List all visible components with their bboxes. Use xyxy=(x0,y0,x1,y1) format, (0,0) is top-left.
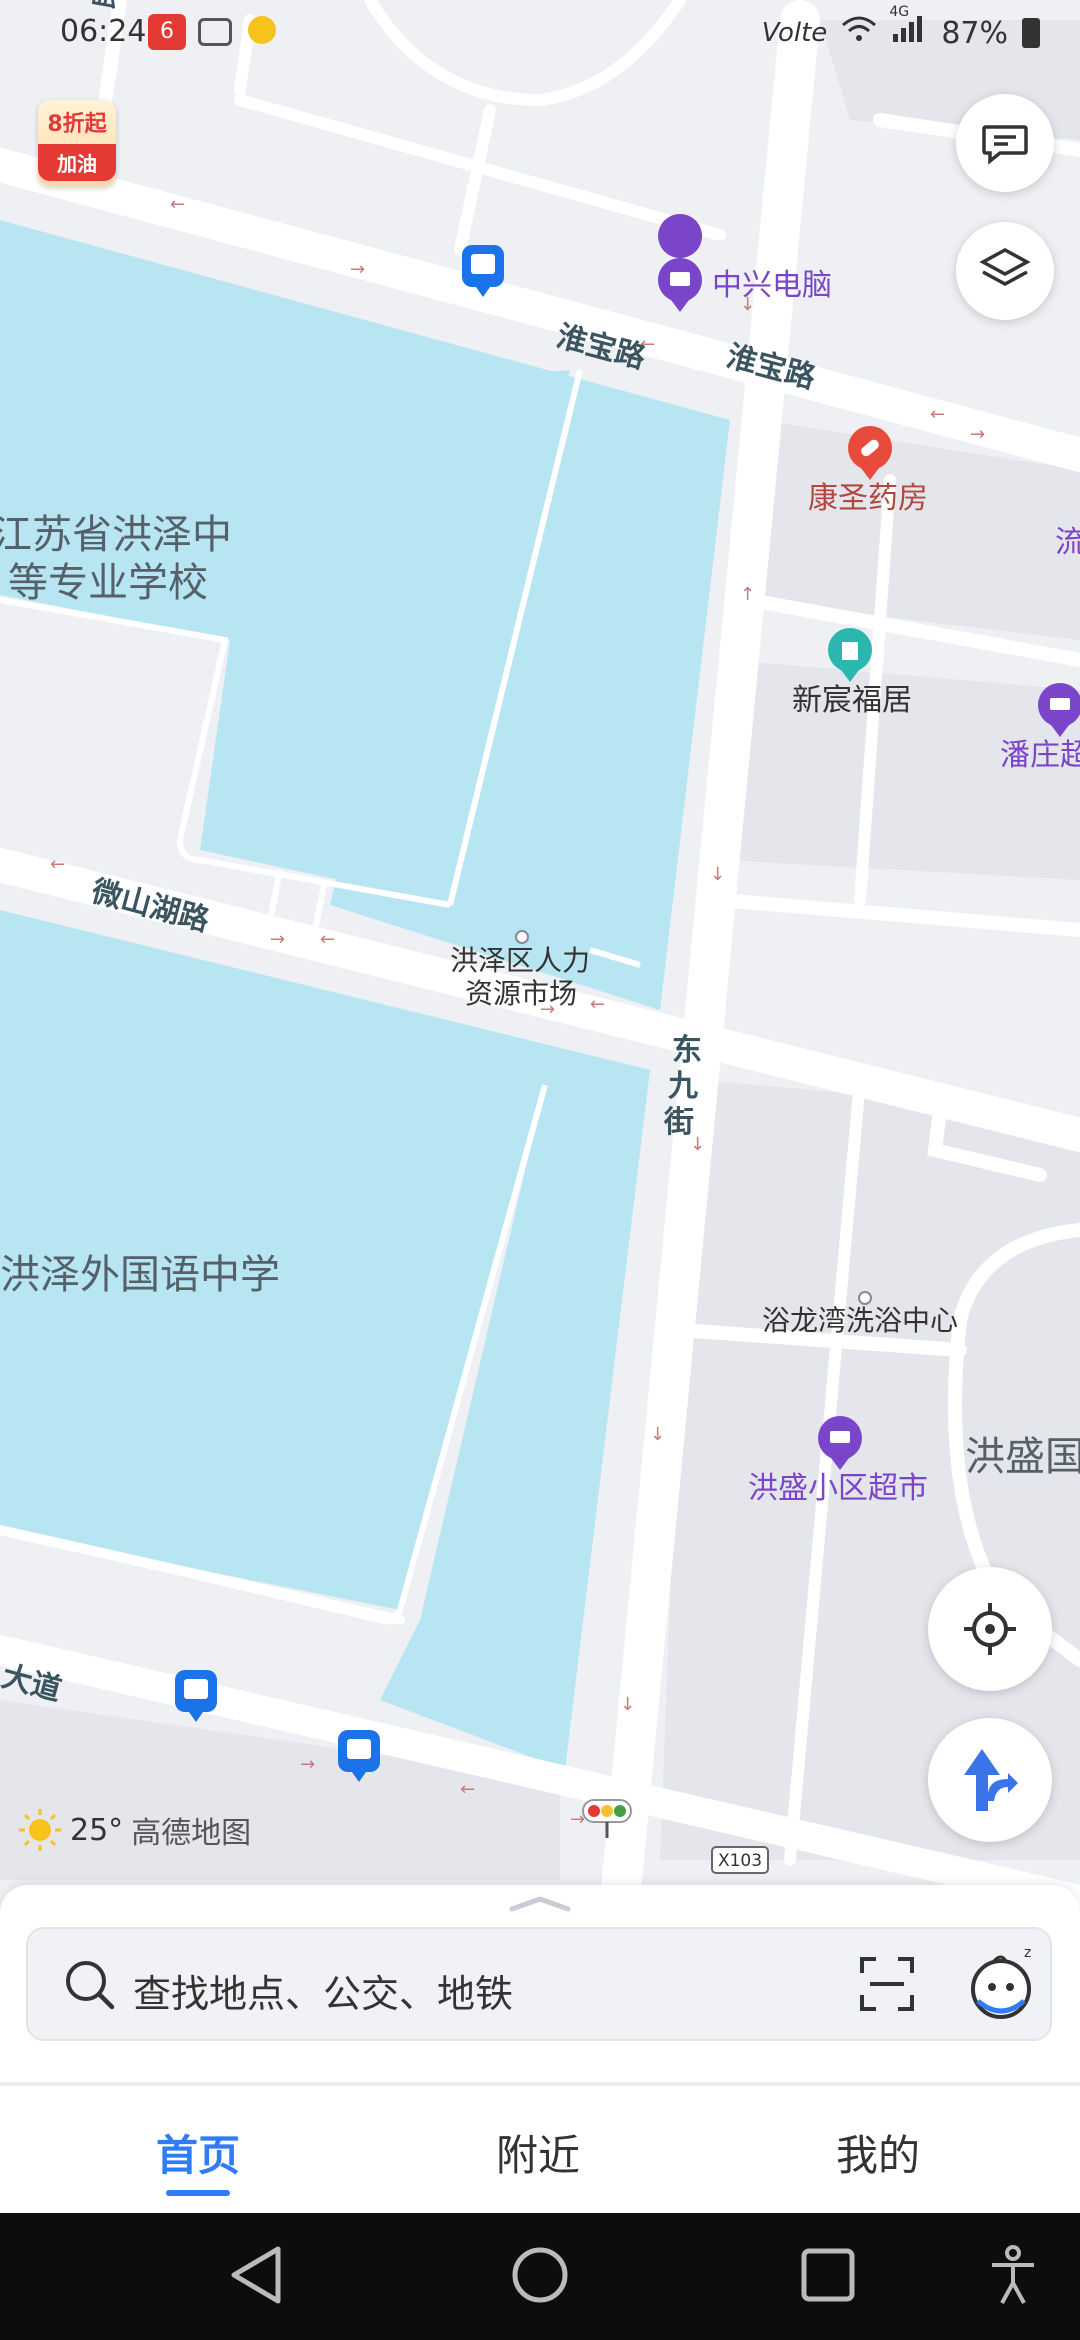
battery-icon xyxy=(1022,18,1040,48)
svg-text:←: ← xyxy=(170,194,185,215)
svg-text:↓: ↓ xyxy=(620,1694,635,1715)
tab-bar: 首页 附近 我的 xyxy=(0,2085,1080,2214)
poi-kangsheng-label: 康圣药房 xyxy=(808,481,928,516)
notification-icon: 6 xyxy=(148,14,186,50)
status-bar: 06:24 6 Volte 4G 87% xyxy=(0,0,1080,66)
tab-home-indicator xyxy=(166,2190,230,2196)
svg-text:↓: ↓ xyxy=(710,864,725,885)
svg-text:←: ← xyxy=(930,404,945,425)
label-hr-line1: 洪泽区人力 xyxy=(450,944,590,977)
label-school2: 洪泽外国语中学 xyxy=(0,1252,280,1298)
svg-text:→: → xyxy=(300,1754,315,1775)
svg-text:↑: ↑ xyxy=(740,584,755,605)
road-shield-x103: X103 xyxy=(711,1846,769,1874)
poi-hongsheng-market-label: 洪盛小区超市 xyxy=(748,1471,928,1506)
battery-level: 87% xyxy=(941,15,1008,51)
poi-panzhuang-label: 潘庄超 xyxy=(1000,738,1080,773)
label-school1-line2: 等专业学校 xyxy=(8,560,208,606)
weather-widget[interactable]: 25° 高德地图 xyxy=(18,1808,251,1852)
svg-text:→: → xyxy=(970,424,985,445)
dongjiu-char: 九 xyxy=(668,1069,698,1104)
label-school1-line1: 江苏省洪泽中 xyxy=(0,512,232,558)
locate-button[interactable] xyxy=(928,1567,1052,1691)
network-label: 4G xyxy=(889,4,910,20)
accessibility-icon[interactable] xyxy=(988,2243,1038,2307)
wifi-icon xyxy=(841,15,877,51)
tab-nearby[interactable]: 附近 xyxy=(496,2122,580,2183)
label-hr-line2: 资源市场 xyxy=(465,977,577,1010)
weather-temp: 25° xyxy=(70,1812,124,1848)
system-nav-bar xyxy=(0,2213,1080,2340)
label-yulongwan: 浴龙湾洗浴中心 xyxy=(762,1304,958,1337)
poi-liu-label: 流 xyxy=(1055,525,1080,560)
navigate-button[interactable] xyxy=(928,1718,1052,1842)
yulongwan-dot xyxy=(858,1291,872,1305)
svg-text:←: ← xyxy=(460,1779,475,1800)
poi-xinchen-label: 新宸福居 xyxy=(792,683,912,718)
search-icon xyxy=(66,1961,115,2010)
assistant-avatar-icon[interactable]: z xyxy=(966,1943,1040,2023)
svg-text:←: ← xyxy=(590,994,605,1015)
search-placeholder: 查找地点、公交、地铁 xyxy=(133,1972,514,2016)
status-time: 06:24 xyxy=(60,14,147,49)
camera-icon xyxy=(198,18,232,46)
recents-icon[interactable] xyxy=(798,2243,858,2307)
sun-icon xyxy=(248,16,276,44)
promo-top: 8折起 xyxy=(47,112,107,137)
poi-zhongxing-label: 中兴电脑 xyxy=(712,268,832,303)
tab-home[interactable]: 首页 xyxy=(156,2122,240,2183)
hr-dot xyxy=(515,930,529,944)
back-icon[interactable] xyxy=(228,2243,288,2307)
message-button[interactable] xyxy=(956,94,1054,192)
scan-icon[interactable] xyxy=(858,1955,916,2013)
brand-label: 高德地图 xyxy=(131,1816,252,1851)
layers-button[interactable] xyxy=(956,222,1054,320)
dongjiu-char: 街 xyxy=(663,1105,694,1140)
svg-text:z: z xyxy=(1024,1945,1031,1961)
notification-badge: 6 xyxy=(160,19,174,44)
layers-icon xyxy=(979,248,1031,286)
volte-icon: Volte xyxy=(761,18,828,48)
navigate-arrow-icon xyxy=(964,1749,1018,1811)
search-bar[interactable]: 查找地点、公交、地铁 z xyxy=(26,1927,1052,2041)
fuel-promo-badge[interactable]: 8折起 加油 xyxy=(38,100,116,186)
svg-text:←: ← xyxy=(50,854,65,875)
bottom-sheet[interactable]: 查找地点、公交、地铁 z xyxy=(0,1885,1080,2082)
svg-text:→: → xyxy=(270,929,285,950)
locate-icon xyxy=(964,1603,1016,1655)
label-hongsheng-area: 洪盛国 xyxy=(965,1434,1080,1480)
home-icon[interactable] xyxy=(508,2243,572,2307)
tab-mine[interactable]: 我的 xyxy=(836,2122,920,2183)
svg-text:↓: ↓ xyxy=(650,1424,665,1445)
message-icon xyxy=(982,125,1028,165)
sun-icon xyxy=(19,1809,61,1851)
svg-text:←: ← xyxy=(320,929,335,950)
promo-bottom: 加油 xyxy=(38,144,116,181)
svg-text:→: → xyxy=(350,259,365,280)
dongjiu-char: 东 xyxy=(672,1033,702,1068)
sheet-handle-icon[interactable] xyxy=(508,1893,572,1915)
signal-icon: 4G xyxy=(889,4,927,52)
x103-label: X103 xyxy=(718,1851,762,1871)
